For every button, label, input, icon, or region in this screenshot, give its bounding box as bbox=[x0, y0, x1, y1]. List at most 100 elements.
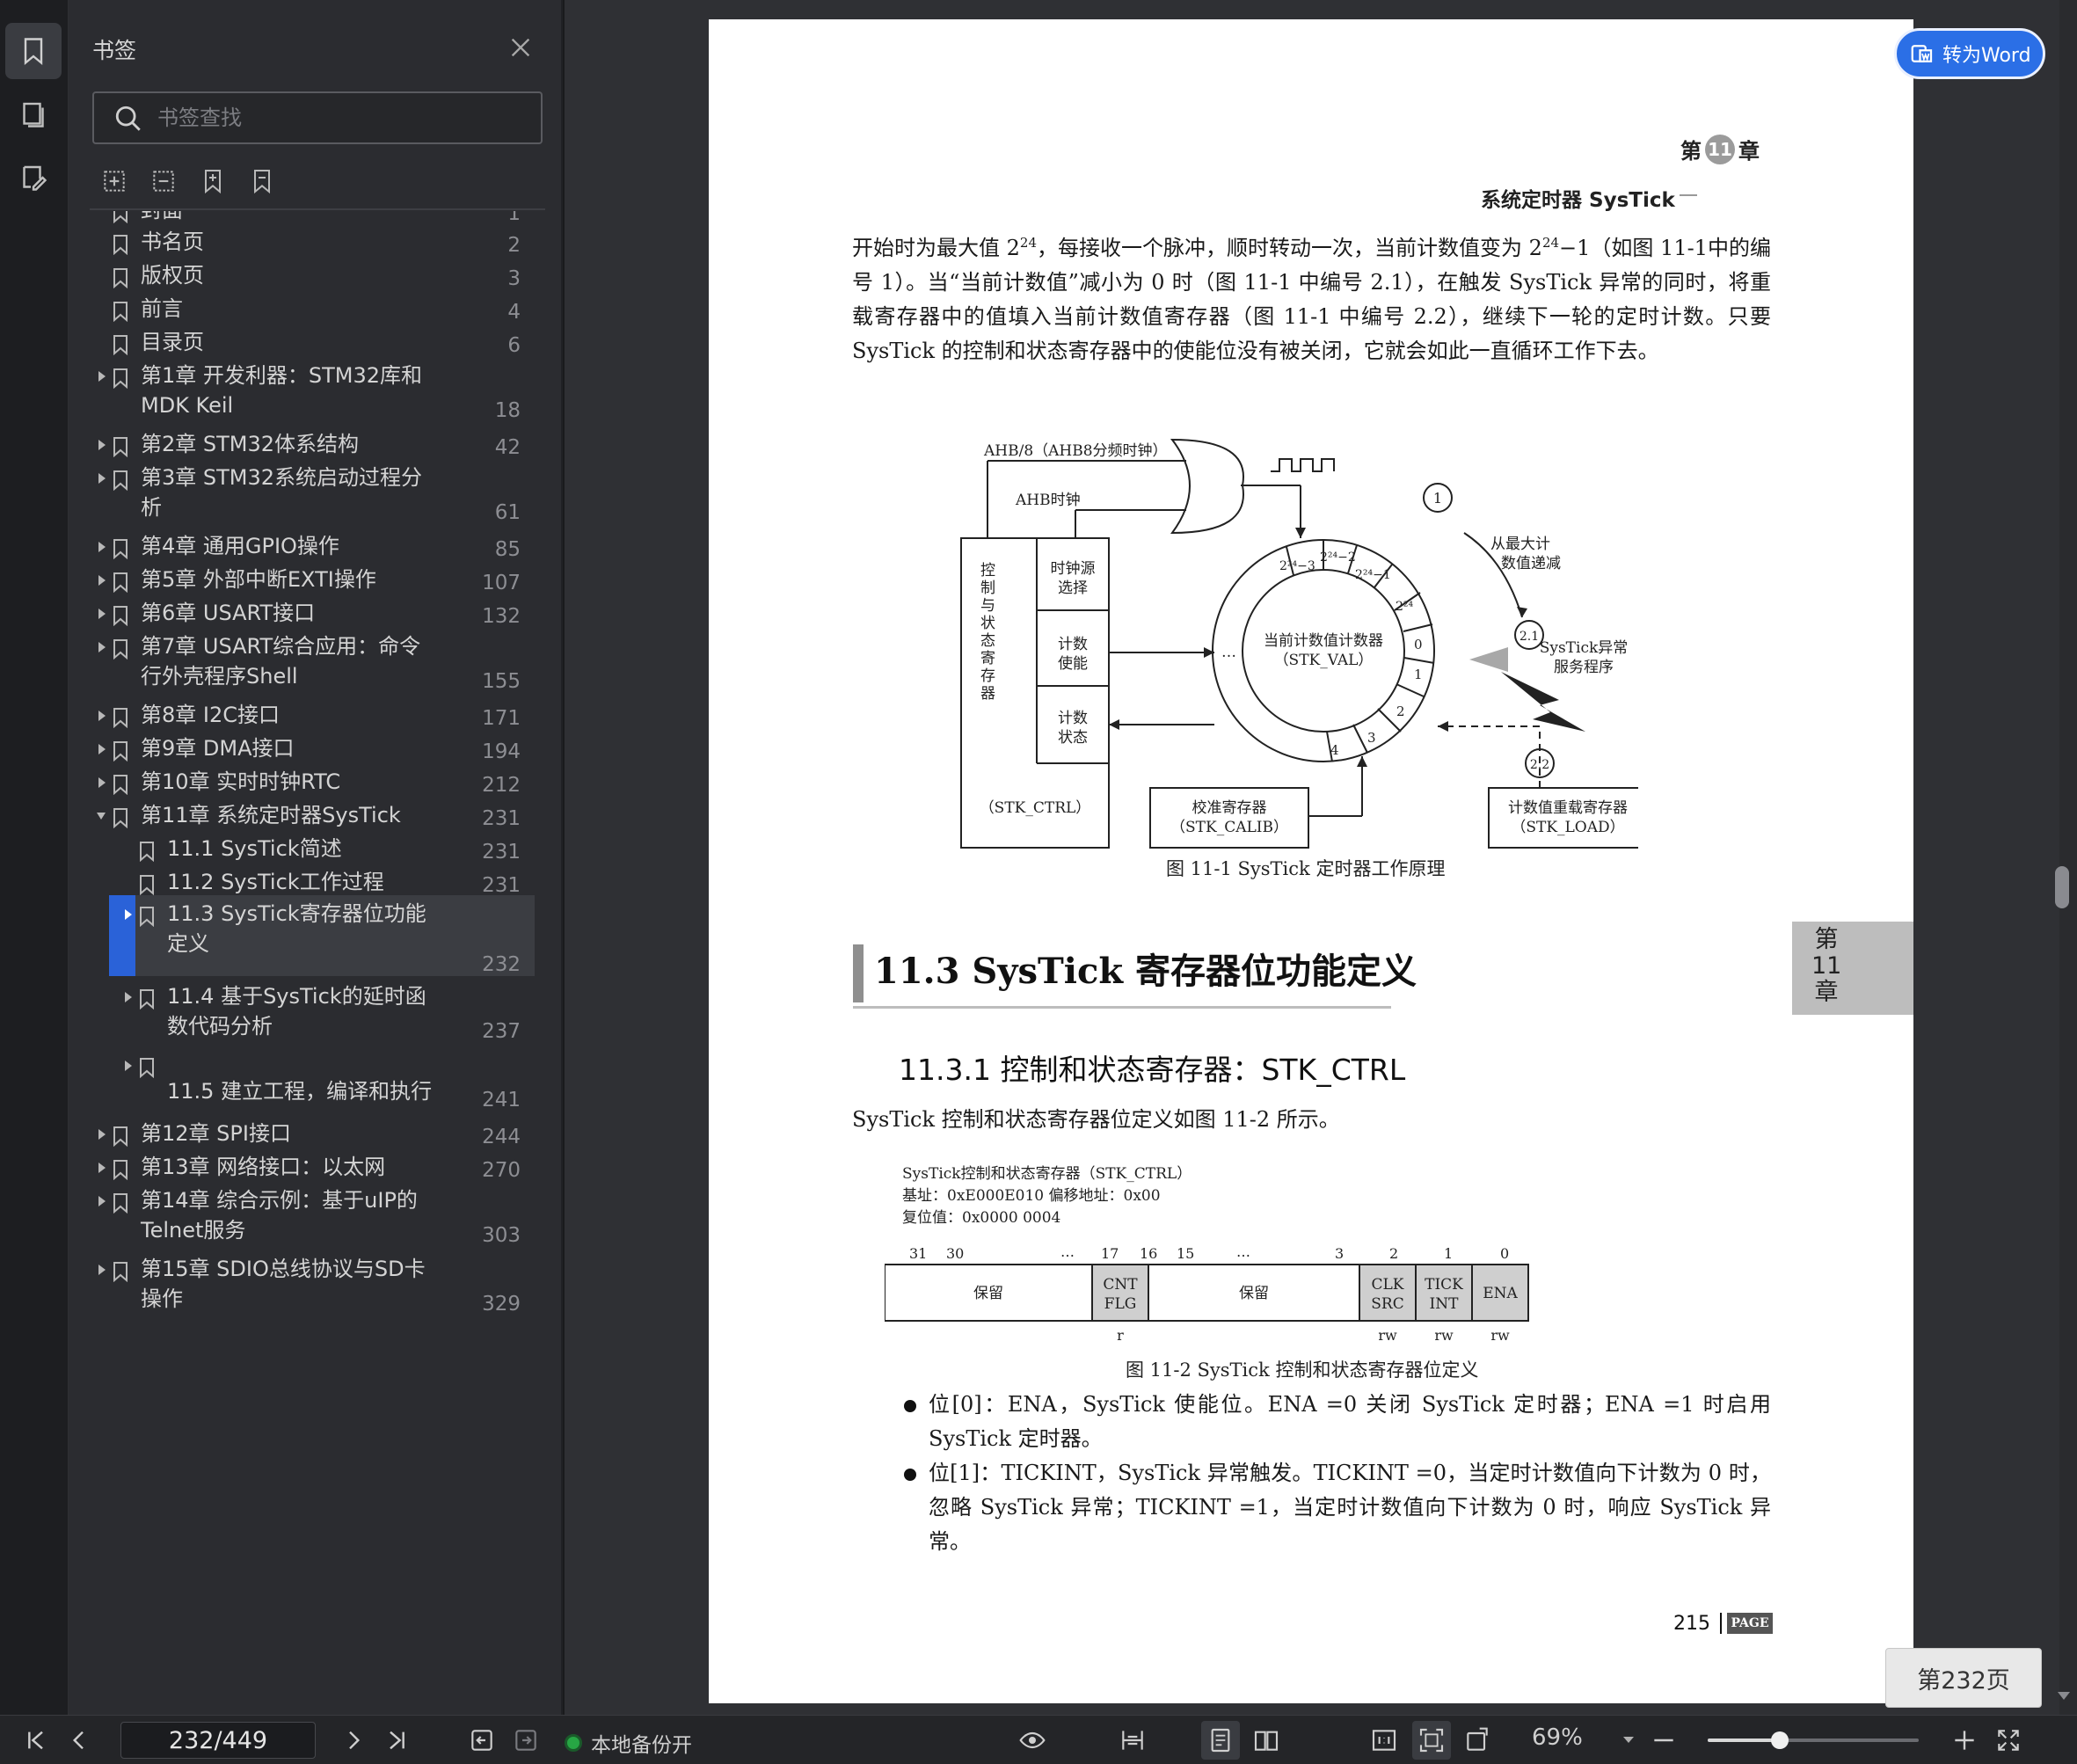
zoom-in-button[interactable] bbox=[1950, 1726, 1979, 1754]
bit-1: 1 bbox=[1444, 1245, 1453, 1262]
expand-caret-down-icon[interactable] bbox=[95, 809, 107, 823]
bookmark-item[interactable]: 第12章 SPI接口 244 bbox=[69, 1115, 535, 1148]
zoom-slider-handle[interactable] bbox=[1770, 1731, 1789, 1749]
forward-button[interactable] bbox=[512, 1726, 540, 1754]
expand-caret-right-icon[interactable] bbox=[95, 1194, 107, 1208]
fit-page-button[interactable] bbox=[1412, 1721, 1451, 1760]
bookmark-item[interactable]: 第1章 开发利器：STM32库和 MDK Keil 18 bbox=[69, 357, 535, 422]
single-page-button[interactable] bbox=[1201, 1721, 1240, 1760]
expand-caret-right-icon[interactable] bbox=[95, 471, 107, 485]
bookmark-page-number: 155 bbox=[482, 670, 521, 693]
bookmark-item[interactable]: 11.2 SysTick工作过程 231 bbox=[69, 864, 535, 897]
footer-page-tag: PAGE bbox=[1727, 1613, 1773, 1634]
bookmark-item[interactable]: 第14章 综合示例：基于uIP的 Telnet服务 303 bbox=[69, 1182, 535, 1247]
bookmark-item[interactable]: 目录页 6 bbox=[69, 324, 535, 357]
bookmark-item[interactable]: 第2章 STM32体系结构 42 bbox=[69, 426, 535, 459]
bookmark-toolbar bbox=[100, 167, 276, 202]
eye-care-button[interactable] bbox=[1018, 1726, 1057, 1754]
expand-caret-right-icon[interactable] bbox=[95, 607, 107, 621]
bookmark-item[interactable]: 11.3 SysTick寄存器位功能 定义 232 bbox=[109, 895, 535, 976]
bookmark-item[interactable]: 第6章 USART接口 132 bbox=[69, 594, 535, 628]
expand-caret-right-icon[interactable] bbox=[95, 573, 107, 587]
expand-all-button[interactable] bbox=[100, 167, 128, 195]
expand-caret-right-icon[interactable] bbox=[121, 990, 134, 1004]
expand-caret-right-icon[interactable] bbox=[95, 776, 107, 790]
bookmark-search-input[interactable] bbox=[157, 98, 527, 137]
ahb-label: AHB时钟 bbox=[1015, 492, 1081, 509]
zoom-dropdown-caret[interactable] bbox=[1623, 1737, 1634, 1743]
add-bookmark-button[interactable] bbox=[199, 167, 227, 195]
bit-30: 30 bbox=[946, 1245, 964, 1262]
bookmark-item[interactable]: 书名页 2 bbox=[69, 223, 535, 257]
expand-caret-right-icon[interactable] bbox=[121, 1059, 134, 1073]
fullscreen-button[interactable] bbox=[1994, 1726, 2022, 1754]
expand-caret-right-icon[interactable] bbox=[95, 438, 107, 452]
scroll-down-arrow[interactable] bbox=[2058, 1692, 2070, 1700]
expand-caret-right-icon[interactable] bbox=[121, 908, 134, 922]
single-page-icon bbox=[1211, 1728, 1230, 1753]
local-backup-status[interactable]: 本地备份开 bbox=[565, 1728, 692, 1758]
expand-caret-right-icon[interactable] bbox=[95, 1161, 107, 1175]
fit-width-button[interactable] bbox=[1119, 1726, 1147, 1754]
bookmark-search-box[interactable] bbox=[92, 91, 543, 144]
document-scrollbar[interactable] bbox=[2059, 0, 2077, 1715]
first-page-button[interactable] bbox=[21, 1726, 49, 1754]
bookmark-item[interactable]: 11.5 建立工程，编译和执行 241 bbox=[69, 1046, 535, 1112]
bookmark-item[interactable]: 第9章 DMA接口 194 bbox=[69, 730, 535, 763]
bookmark-item[interactable]: 第11章 系统定时器SysTick 231 bbox=[69, 797, 535, 830]
collapse-all-button[interactable] bbox=[149, 167, 178, 195]
expand-caret-right-icon[interactable] bbox=[95, 709, 107, 723]
zoom-out-button[interactable] bbox=[1650, 1726, 1678, 1754]
close-icon[interactable] bbox=[506, 33, 535, 62]
two-page-button[interactable] bbox=[1252, 1726, 1280, 1754]
convert-to-word-button[interactable]: 转为Word bbox=[1894, 28, 2045, 79]
figure-caption-2: 图 11-2 SysTick 控制和状态寄存器位定义 bbox=[1126, 1359, 1479, 1381]
chapter-header-title: 系统定时器 SysTick bbox=[1481, 189, 1675, 212]
expand-caret-right-icon[interactable] bbox=[95, 540, 107, 554]
bookmark-item[interactable]: 第10章 实时时钟RTC 212 bbox=[69, 763, 535, 797]
bookmark-item[interactable]: 第4章 通用GPIO操作 85 bbox=[69, 528, 535, 561]
bookmark-page-number: 303 bbox=[482, 1224, 521, 1247]
bookmark-item[interactable]: 11.1 SysTick简述 231 bbox=[69, 830, 535, 864]
expand-caret-right-icon[interactable] bbox=[95, 1127, 107, 1141]
bookmark-label: 第1章 开发利器：STM32库和 MDK Keil bbox=[141, 363, 423, 418]
thumbnail-panel-button[interactable] bbox=[5, 86, 62, 142]
bookmark-item[interactable]: 第3章 STM32系统启动过程分 析 61 bbox=[69, 459, 535, 524]
next-page-button[interactable] bbox=[339, 1726, 368, 1754]
bookmark-panel-button[interactable] bbox=[5, 23, 62, 79]
bookmark-item[interactable]: 前言 4 bbox=[69, 290, 535, 324]
back-button[interactable] bbox=[468, 1726, 496, 1754]
ahb8-label: AHB/8（AHB8分频时钟） bbox=[983, 442, 1168, 460]
rotate-button[interactable] bbox=[1463, 1726, 1491, 1754]
bookmark-item[interactable]: 第5章 外部中断EXTI操作 107 bbox=[69, 561, 535, 594]
bit-3: 3 bbox=[1335, 1245, 1344, 1262]
bookmark-item[interactable]: 第7章 USART综合应用：命令 行外壳程序Shell 155 bbox=[69, 628, 535, 693]
actual-size-button[interactable] bbox=[1370, 1726, 1398, 1754]
zoom-level[interactable]: 69% bbox=[1532, 1724, 1583, 1751]
annotation-panel-button[interactable] bbox=[5, 149, 62, 206]
expand-caret-right-icon[interactable] bbox=[95, 1263, 107, 1277]
expand-caret-right-icon[interactable] bbox=[95, 742, 107, 756]
last-page-button[interactable] bbox=[383, 1726, 412, 1754]
bookmark-icon bbox=[140, 875, 154, 895]
remove-bookmark-button[interactable] bbox=[248, 167, 276, 195]
bookmark-icon bbox=[113, 368, 128, 389]
bookmark-item[interactable]: 版权页 3 bbox=[69, 257, 535, 290]
systick-diagram: AHB/8（AHB8分频时钟） AHB时钟 控制与状态寄存器 时钟源 选择 计数… bbox=[960, 438, 1638, 849]
access-cntflg: r bbox=[1117, 1327, 1124, 1344]
bookmark-label: 第10章 实时时钟RTC bbox=[141, 769, 341, 794]
cur-val-label-2: （STK_VAL） bbox=[1274, 652, 1374, 669]
document-scroll-thumb[interactable] bbox=[2055, 866, 2069, 908]
ctrl-vertical-char: 状 bbox=[980, 615, 995, 632]
prev-page-button[interactable] bbox=[65, 1726, 93, 1754]
expand-caret-right-icon[interactable] bbox=[95, 640, 107, 654]
bookmark-item[interactable]: 第13章 网络接口：以太网 270 bbox=[69, 1148, 535, 1182]
bookmark-item[interactable]: 第8章 I2C接口 171 bbox=[69, 696, 535, 730]
bookmark-item[interactable]: 11.4 基于SysTick的延时函 数代码分析 237 bbox=[69, 978, 535, 1043]
clk-src-label-1: 时钟源 bbox=[1051, 560, 1096, 578]
actual-size-icon bbox=[1372, 1730, 1396, 1751]
bookmark-item[interactable]: 第15章 SDIO总线协议与SD卡 操作 329 bbox=[69, 1250, 535, 1316]
reg-reset: 复位值：0x0000 0004 bbox=[902, 1209, 1060, 1227]
page-number-input[interactable] bbox=[120, 1722, 316, 1759]
expand-caret-right-icon[interactable] bbox=[95, 369, 107, 383]
